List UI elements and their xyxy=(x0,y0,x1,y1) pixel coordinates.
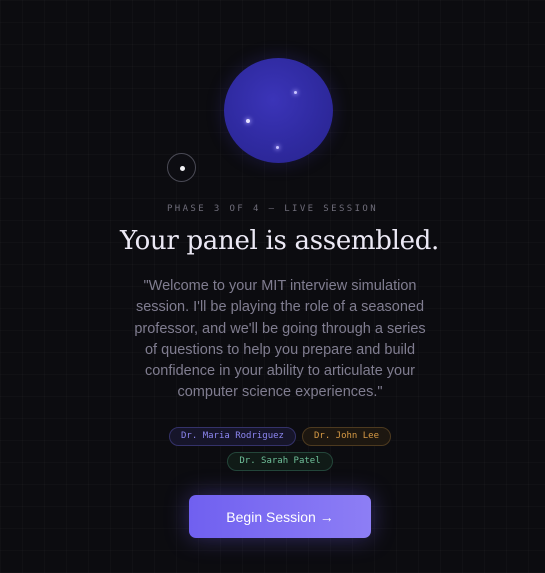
satellite-dot xyxy=(180,166,185,171)
welcome-quote: "Welcome to your MIT interview simulatio… xyxy=(134,278,426,401)
planet-orb-illustration xyxy=(224,58,333,163)
phase-label: PHASE 3 OF 4 — LIVE SESSION xyxy=(166,204,379,214)
page-title: Your panel is assembled. xyxy=(119,226,440,256)
panel-member-chip: Dr. Sarah Patel xyxy=(227,452,333,471)
panel-member-chip: Dr. Maria Rodriguez xyxy=(169,427,296,446)
session-intro-screen: PHASE 3 OF 4 — LIVE SESSION Your panel i… xyxy=(0,0,545,573)
satellite-illustration xyxy=(167,153,196,182)
panel-member-chip: Dr. John Lee xyxy=(302,427,391,446)
begin-session-button[interactable]: Begin Session → xyxy=(189,495,371,538)
star-dot xyxy=(276,146,279,149)
star-dot xyxy=(246,119,250,123)
star-dot xyxy=(294,91,297,94)
